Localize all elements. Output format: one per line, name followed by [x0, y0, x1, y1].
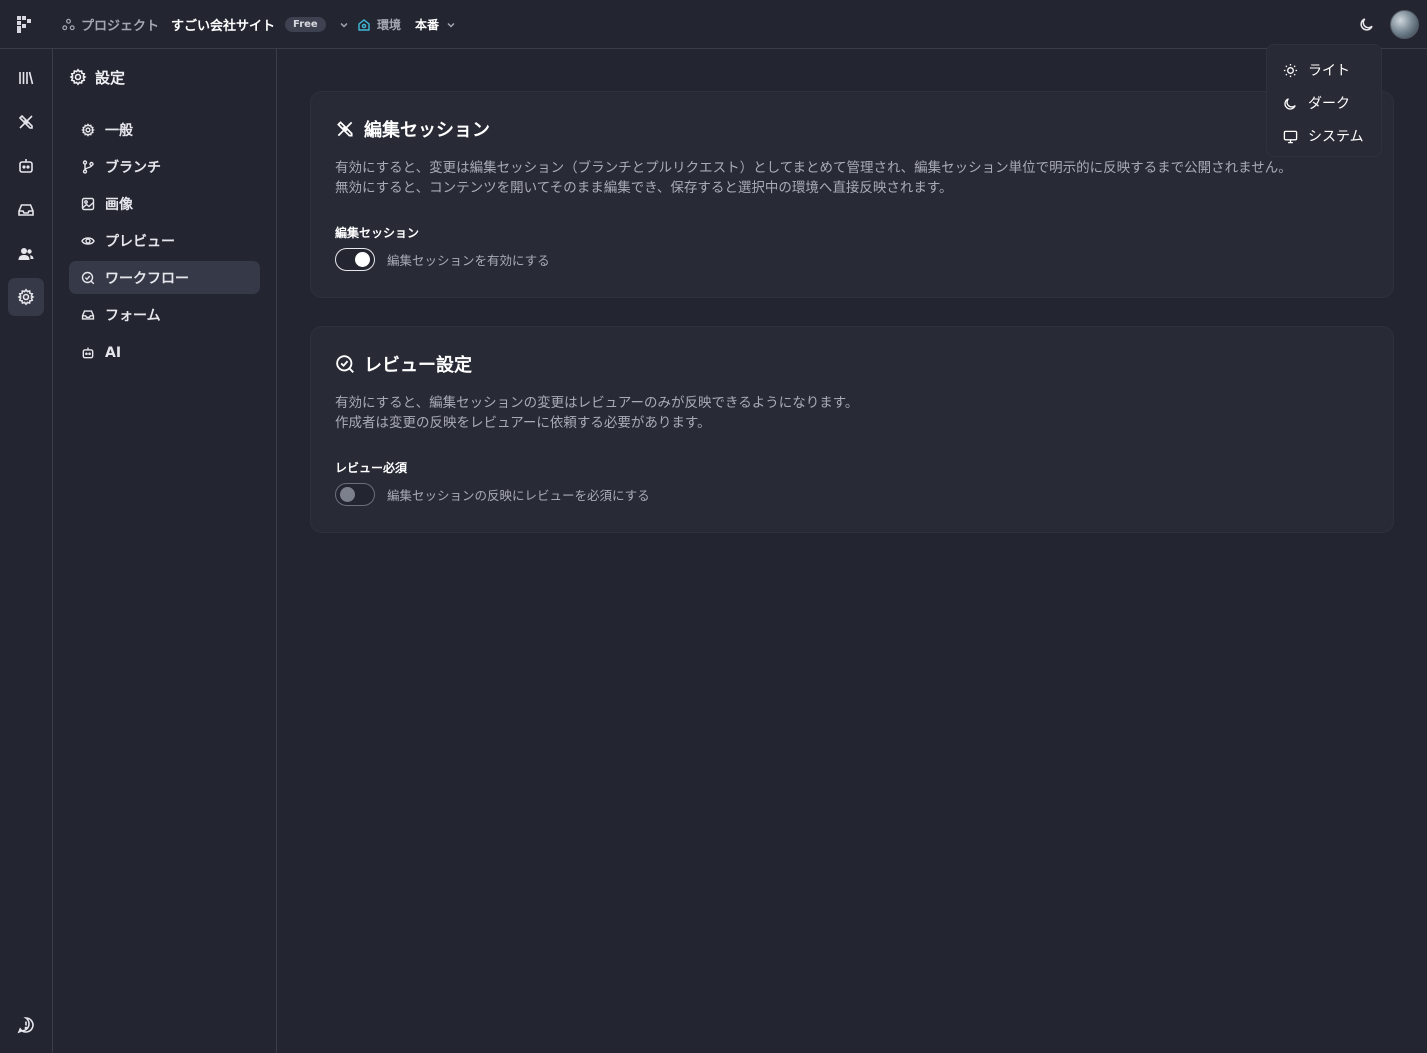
- sun-icon: [1283, 63, 1298, 78]
- gear-icon: [69, 68, 87, 86]
- bot-icon: [17, 157, 35, 175]
- sidebar-item-preview[interactable]: プレビュー: [69, 224, 260, 257]
- sidebar-item-workflow[interactable]: ワークフロー: [69, 261, 260, 294]
- sidebar-title: 設定: [69, 65, 125, 89]
- sidebar-item-images[interactable]: 画像: [69, 187, 260, 220]
- bot-icon: [81, 346, 95, 360]
- theme-menu-item-light[interactable]: ライト: [1283, 58, 1350, 82]
- rail-settings-button[interactable]: [8, 278, 44, 316]
- rail-compose-button[interactable]: [8, 103, 44, 141]
- theme-toggle-button[interactable]: [1353, 9, 1381, 39]
- project-icon: [62, 18, 75, 31]
- sidebar-item-label: ブランチ: [105, 159, 161, 176]
- rail-feedback-button[interactable]: [8, 1006, 44, 1044]
- edit-session-toggle-row: 編集セッションを有効にする: [335, 248, 550, 271]
- card-title: 編集セッション: [335, 116, 490, 142]
- theme-menu-label: ダーク: [1308, 96, 1350, 112]
- inbox-icon: [17, 201, 35, 219]
- image-icon: [81, 197, 95, 211]
- sidebar-item-label: プレビュー: [105, 233, 175, 250]
- settings-sidebar: 設定 一般 ブランチ 画像 プレビュー ワークフロー フォーム AI: [53, 49, 277, 1053]
- review-required-toggle-row: 編集セッションの反映にレビューを必須にする: [335, 483, 650, 506]
- icon-rail: [0, 49, 53, 1053]
- project-name: すごい会社サイト: [171, 19, 276, 34]
- edit-session-card: 編集セッション 有効にすると、変更は編集セッション（ブランチとプルリクエスト）と…: [310, 91, 1394, 298]
- environment-value: 本番: [415, 18, 440, 32]
- card-title-label: レビュー設定: [364, 355, 472, 376]
- chevron-down-icon: [338, 19, 350, 31]
- card-description: 有効にすると、変更は編集セッション（ブランチとプルリクエスト）としてまとめて管理…: [335, 158, 1292, 198]
- review-settings-card: レビュー設定 有効にすると、編集セッションの変更はレビュアーのみが反映できるよう…: [310, 326, 1394, 533]
- card-description: 有効にすると、編集セッションの変更はレビュアーのみが反映できるようになります。 …: [335, 393, 858, 433]
- sidebar-item-forms[interactable]: フォーム: [69, 298, 260, 331]
- moon-icon: [1283, 96, 1298, 111]
- sidebar-item-label: 画像: [105, 196, 133, 213]
- rail-library-button[interactable]: [8, 59, 44, 97]
- card-title: レビュー設定: [335, 351, 472, 377]
- workflow-check-icon: [335, 354, 355, 374]
- sidebar-item-label: フォーム: [105, 307, 161, 324]
- environment-selector[interactable]: 環境 本番: [357, 0, 457, 49]
- plan-badge: Free: [285, 17, 326, 32]
- rail-users-button[interactable]: [8, 235, 44, 273]
- sidebar-item-ai[interactable]: AI: [69, 336, 260, 369]
- main-content: 編集セッション 有効にすると、変更は編集セッション（ブランチとプルリクエスト）と…: [277, 49, 1427, 1053]
- rail-bot-button[interactable]: [8, 147, 44, 185]
- description-line: 有効にすると、編集セッションの変更はレビュアーのみが反映できるようになります。: [335, 395, 859, 411]
- description-line: 有効にすると、変更は編集セッション（ブランチとプルリクエスト）としてまとめて管理…: [335, 160, 1292, 176]
- theme-menu: ライト ダーク システム: [1266, 44, 1382, 157]
- review-required-toggle[interactable]: [335, 483, 375, 506]
- field-label: レビュー必須: [335, 461, 408, 475]
- users-icon: [17, 245, 35, 263]
- branch-icon: [81, 159, 95, 174]
- app-logo[interactable]: [14, 14, 34, 34]
- description-line: 作成者は変更の反映をレビュアーに依頼する必要があります。: [335, 415, 711, 431]
- theme-menu-item-dark[interactable]: ダーク: [1283, 91, 1350, 115]
- toggle-label: 編集セッションの反映にレビューを必須にする: [387, 488, 650, 503]
- chevron-down-icon: [445, 19, 457, 31]
- eye-icon: [81, 234, 95, 248]
- sidebar-item-label: ワークフロー: [105, 270, 189, 287]
- environment-label: 環境: [377, 18, 402, 32]
- feedback-icon: [17, 1016, 35, 1034]
- sidebar-item-general[interactable]: 一般: [69, 113, 260, 146]
- theme-menu-item-system[interactable]: システム: [1283, 124, 1364, 148]
- field-label: 編集セッション: [335, 226, 420, 240]
- library-icon: [17, 69, 35, 87]
- toggle-label: 編集セッションを有効にする: [387, 253, 550, 268]
- theme-menu-label: ライト: [1308, 63, 1350, 79]
- compose-icon: [17, 113, 35, 131]
- environment-icon: [357, 18, 371, 32]
- project-label: プロジェクト: [81, 19, 160, 34]
- monitor-icon: [1283, 129, 1298, 144]
- workflow-check-icon: [81, 271, 95, 285]
- sidebar-item-label: 一般: [105, 122, 133, 139]
- sidebar-item-branch[interactable]: ブランチ: [69, 150, 260, 183]
- edit-session-toggle[interactable]: [335, 248, 375, 271]
- project-selector[interactable]: プロジェクト すごい会社サイト Free: [62, 0, 350, 49]
- sidebar-item-label: AI: [105, 344, 122, 361]
- description-line: 無効にすると、コンテンツを開いてそのまま編集でき、保存すると選択中の環境へ直接反…: [335, 180, 953, 196]
- gear-icon: [81, 122, 95, 137]
- user-avatar[interactable]: [1390, 10, 1419, 39]
- sidebar-title-label: 設定: [95, 68, 126, 87]
- top-bar: プロジェクト すごい会社サイト Free 環境 本番: [0, 0, 1427, 49]
- moon-icon: [1359, 16, 1375, 32]
- compose-icon: [335, 119, 355, 139]
- toggle-knob: [340, 487, 355, 502]
- settings-icon: [17, 288, 35, 306]
- theme-menu-label: システム: [1308, 129, 1364, 145]
- rail-inbox-button[interactable]: [8, 191, 44, 229]
- toggle-knob: [355, 252, 370, 267]
- inbox-icon: [81, 308, 95, 322]
- card-title-label: 編集セッション: [364, 120, 490, 141]
